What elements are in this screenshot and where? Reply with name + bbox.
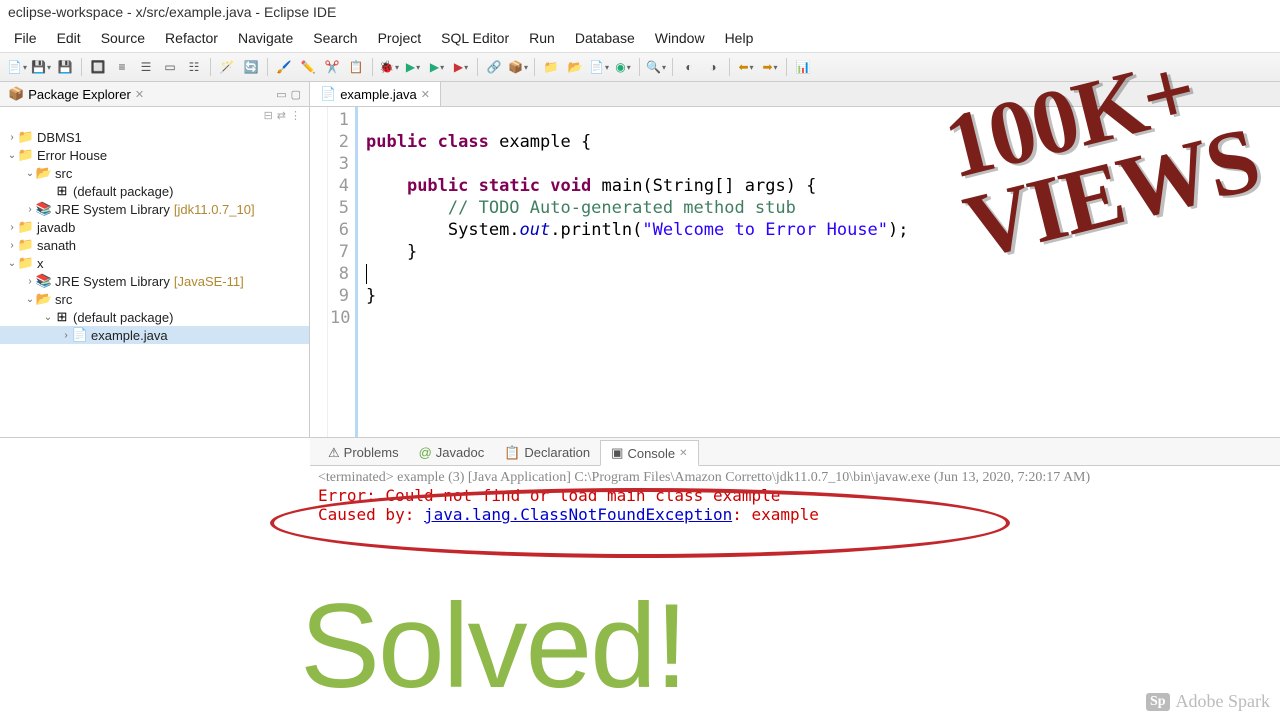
save-all-button[interactable]: 💾: [54, 56, 76, 78]
new-class-icon[interactable]: 📁: [540, 56, 562, 78]
menu-sql-editor[interactable]: SQL Editor: [431, 26, 519, 50]
problems-icon: ⚠: [328, 445, 340, 461]
editor-tab-label: example.java: [340, 87, 417, 102]
cut-icon[interactable]: ✂️: [321, 56, 343, 78]
paste-icon[interactable]: 📋: [345, 56, 367, 78]
menu-edit[interactable]: Edit: [47, 26, 91, 50]
new-connection-icon[interactable]: 🔗: [483, 56, 505, 78]
adobe-spark-watermark: Sp Adobe Spark: [1146, 691, 1270, 712]
coverage-icon[interactable]: ▶▾: [426, 56, 448, 78]
menu-source[interactable]: Source: [91, 26, 155, 50]
edit-icon[interactable]: ✏️: [297, 56, 319, 78]
console-error-line-2: Caused by: java.lang.ClassNotFoundExcept…: [318, 505, 1272, 524]
declaration-icon: 📋: [504, 445, 520, 461]
code-editor[interactable]: 12345678910 public class example { publi…: [310, 107, 1280, 437]
menu-help[interactable]: Help: [715, 26, 764, 50]
tree-item[interactable]: ⌄📁x: [0, 254, 309, 272]
prev-edit-icon[interactable]: ◐: [678, 56, 700, 78]
wand-icon[interactable]: 🪄: [216, 56, 238, 78]
console-output[interactable]: <terminated> example (3) [Java Applicati…: [310, 466, 1280, 528]
project-tree[interactable]: ›📁DBMS1⌄📁Error House⌄📂src⊞(default packa…: [0, 124, 309, 348]
menu-database[interactable]: Database: [565, 26, 645, 50]
bottom-panel: ⚠Problems @Javadoc 📋Declaration ▣Console…: [0, 437, 1280, 528]
close-icon[interactable]: ✕: [679, 448, 687, 459]
menu-navigate[interactable]: Navigate: [228, 26, 303, 50]
tab-problems[interactable]: ⚠Problems: [318, 440, 409, 465]
toolbar: 📄▾ 💾▾ 💾 🔲 ≡ ☰ ▭ ☷ 🪄 🔄 🖌️ ✏️ ✂️ 📋 🐞▾ ▶▾ ▶…: [0, 53, 1280, 82]
forward-icon[interactable]: ➡▾: [759, 56, 781, 78]
package-explorer: 📦 Package Explorer ✕ ▭ ▢ ⊟ ⇄ ⋮ ›📁DBMS1⌄📁…: [0, 82, 310, 437]
tree-item[interactable]: ›📄example.java: [0, 326, 309, 344]
search-icon[interactable]: 🔍▾: [645, 56, 667, 78]
perspective-icon[interactable]: 📊: [792, 56, 814, 78]
open-type-icon[interactable]: ◉▾: [612, 56, 634, 78]
tab-javadoc[interactable]: @Javadoc: [409, 440, 495, 465]
close-icon[interactable]: ✕: [135, 88, 144, 101]
menu-window[interactable]: Window: [645, 26, 715, 50]
tree-item[interactable]: ⊞(default package): [0, 182, 309, 200]
debug-icon[interactable]: 🐞▾: [378, 56, 400, 78]
console-error-line-1: Error: Could not find or load main class…: [318, 486, 1272, 505]
run-icon[interactable]: ▶▾: [402, 56, 424, 78]
maximize-icon[interactable]: ▢: [291, 88, 301, 101]
menubar: File Edit Source Refactor Navigate Searc…: [0, 24, 1280, 53]
tree-item[interactable]: ⌄📂src: [0, 164, 309, 182]
console-process-info: <terminated> example (3) [Java Applicati…: [318, 470, 1272, 486]
save-button[interactable]: 💾▾: [30, 56, 52, 78]
refresh-icon[interactable]: 🔄: [240, 56, 262, 78]
tree-item[interactable]: ›📁javadb: [0, 218, 309, 236]
tree-item[interactable]: ⌄📂src: [0, 290, 309, 308]
view-menu-icon[interactable]: ⋮: [290, 109, 301, 122]
tree-item[interactable]: ⌄📁Error House: [0, 146, 309, 164]
menu-refactor[interactable]: Refactor: [155, 26, 228, 50]
back-icon[interactable]: ⬅▾: [735, 56, 757, 78]
outline-icon[interactable]: ≡: [111, 56, 133, 78]
tab-declaration[interactable]: 📋Declaration: [494, 440, 600, 465]
minimize-icon[interactable]: ▭: [276, 88, 286, 101]
block-icon[interactable]: ▭: [159, 56, 181, 78]
menu-project[interactable]: Project: [368, 26, 432, 50]
editor-tab-example[interactable]: 📄 example.java ✕: [310, 82, 441, 106]
next-edit-icon[interactable]: ◑: [702, 56, 724, 78]
javadoc-icon: @: [419, 445, 432, 460]
new-folder-icon[interactable]: 📂: [564, 56, 586, 78]
menu-search[interactable]: Search: [303, 26, 367, 50]
package-explorer-title: Package Explorer: [28, 87, 131, 102]
external-run-icon[interactable]: ▶▾: [450, 56, 472, 78]
tree-icon[interactable]: ☷: [183, 56, 205, 78]
package-explorer-icon: 📦: [8, 86, 24, 102]
console-icon: ▣: [611, 445, 623, 461]
java-file-icon: 📄: [320, 86, 336, 102]
collapse-all-icon[interactable]: ⊟: [264, 109, 273, 122]
new-button[interactable]: 📄▾: [6, 56, 28, 78]
window-title: eclipse-workspace - x/src/example.java -…: [0, 0, 1280, 24]
tree-item[interactable]: ›📁sanath: [0, 236, 309, 254]
tree-item[interactable]: ⌄⊞(default package): [0, 308, 309, 326]
tab-console[interactable]: ▣Console ✕: [600, 440, 698, 466]
exception-link[interactable]: java.lang.ClassNotFoundException: [424, 505, 732, 524]
editor-area: 📄 example.java ✕ 12345678910 public clas…: [310, 82, 1280, 437]
tree-item[interactable]: ›📚JRE System Library[JavaSE-11]: [0, 272, 309, 290]
menu-run[interactable]: Run: [519, 26, 565, 50]
brush-icon[interactable]: 🖌️: [273, 56, 295, 78]
list-icon[interactable]: ☰: [135, 56, 157, 78]
toggle-icon[interactable]: 🔲: [87, 56, 109, 78]
close-tab-icon[interactable]: ✕: [421, 88, 430, 101]
menu-file[interactable]: File: [4, 26, 47, 50]
tree-item[interactable]: ›📚JRE System Library[jdk11.0.7_10]: [0, 200, 309, 218]
link-editor-icon[interactable]: ⇄: [277, 109, 286, 122]
solved-overlay: Solved!: [300, 577, 686, 715]
new-file-icon[interactable]: 📄▾: [588, 56, 610, 78]
package-icon[interactable]: 📦▾: [507, 56, 529, 78]
tree-item[interactable]: ›📁DBMS1: [0, 128, 309, 146]
